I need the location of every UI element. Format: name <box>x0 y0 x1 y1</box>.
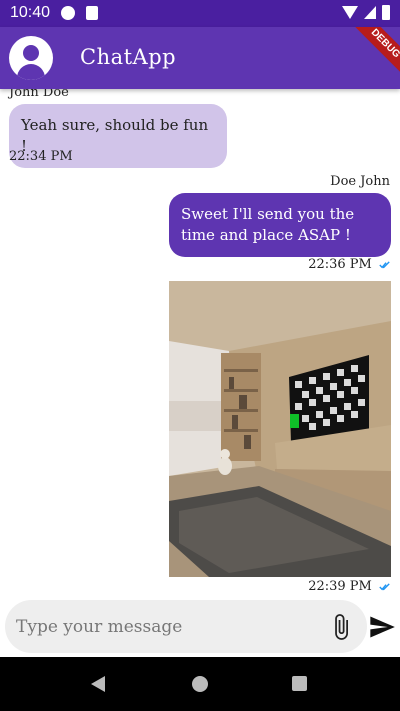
recents-icon[interactable] <box>292 676 307 691</box>
battery-icon <box>382 5 390 20</box>
notification-icon <box>61 6 75 20</box>
message-bubble-outgoing[interactable]: Sweet I'll send you the time and place A… <box>169 193 391 257</box>
message-time-text: 22:36 PM <box>308 257 372 272</box>
double-check-icon <box>379 260 390 268</box>
paperclip-icon[interactable] <box>327 612 355 642</box>
sender-name: Doe John <box>330 174 390 189</box>
message-composer <box>5 600 367 653</box>
message-text: Sweet I'll send you the time and place A… <box>181 205 355 244</box>
sender-name: John Doe <box>9 89 69 100</box>
debug-banner: DEBUG <box>339 27 400 89</box>
message-list[interactable]: John Doe Yeah sure, should be fun ! 22:3… <box>0 89 400 598</box>
wifi-icon <box>342 6 358 19</box>
message-image[interactable] <box>169 281 391 577</box>
app-bar: ChatApp DEBUG <box>0 27 400 89</box>
double-check-icon <box>379 582 390 590</box>
message-timestamp: 22:34 PM <box>9 149 73 164</box>
app-title: ChatApp <box>80 45 177 69</box>
back-icon[interactable] <box>91 676 105 692</box>
status-time: 10:40 <box>10 4 51 21</box>
system-nav-bar <box>0 657 400 711</box>
home-icon[interactable] <box>192 676 208 692</box>
message-timestamp: 22:39 PM <box>308 579 390 594</box>
status-bar: 10:40 <box>0 0 400 27</box>
sd-card-icon <box>86 6 98 20</box>
room-image <box>169 281 391 577</box>
signal-icon <box>364 6 376 19</box>
message-time-text: 22:39 PM <box>308 579 372 594</box>
message-input[interactable] <box>5 600 315 653</box>
account-circle-icon[interactable] <box>9 36 53 80</box>
send-icon[interactable] <box>368 613 396 641</box>
message-timestamp: 22:36 PM <box>308 257 390 272</box>
